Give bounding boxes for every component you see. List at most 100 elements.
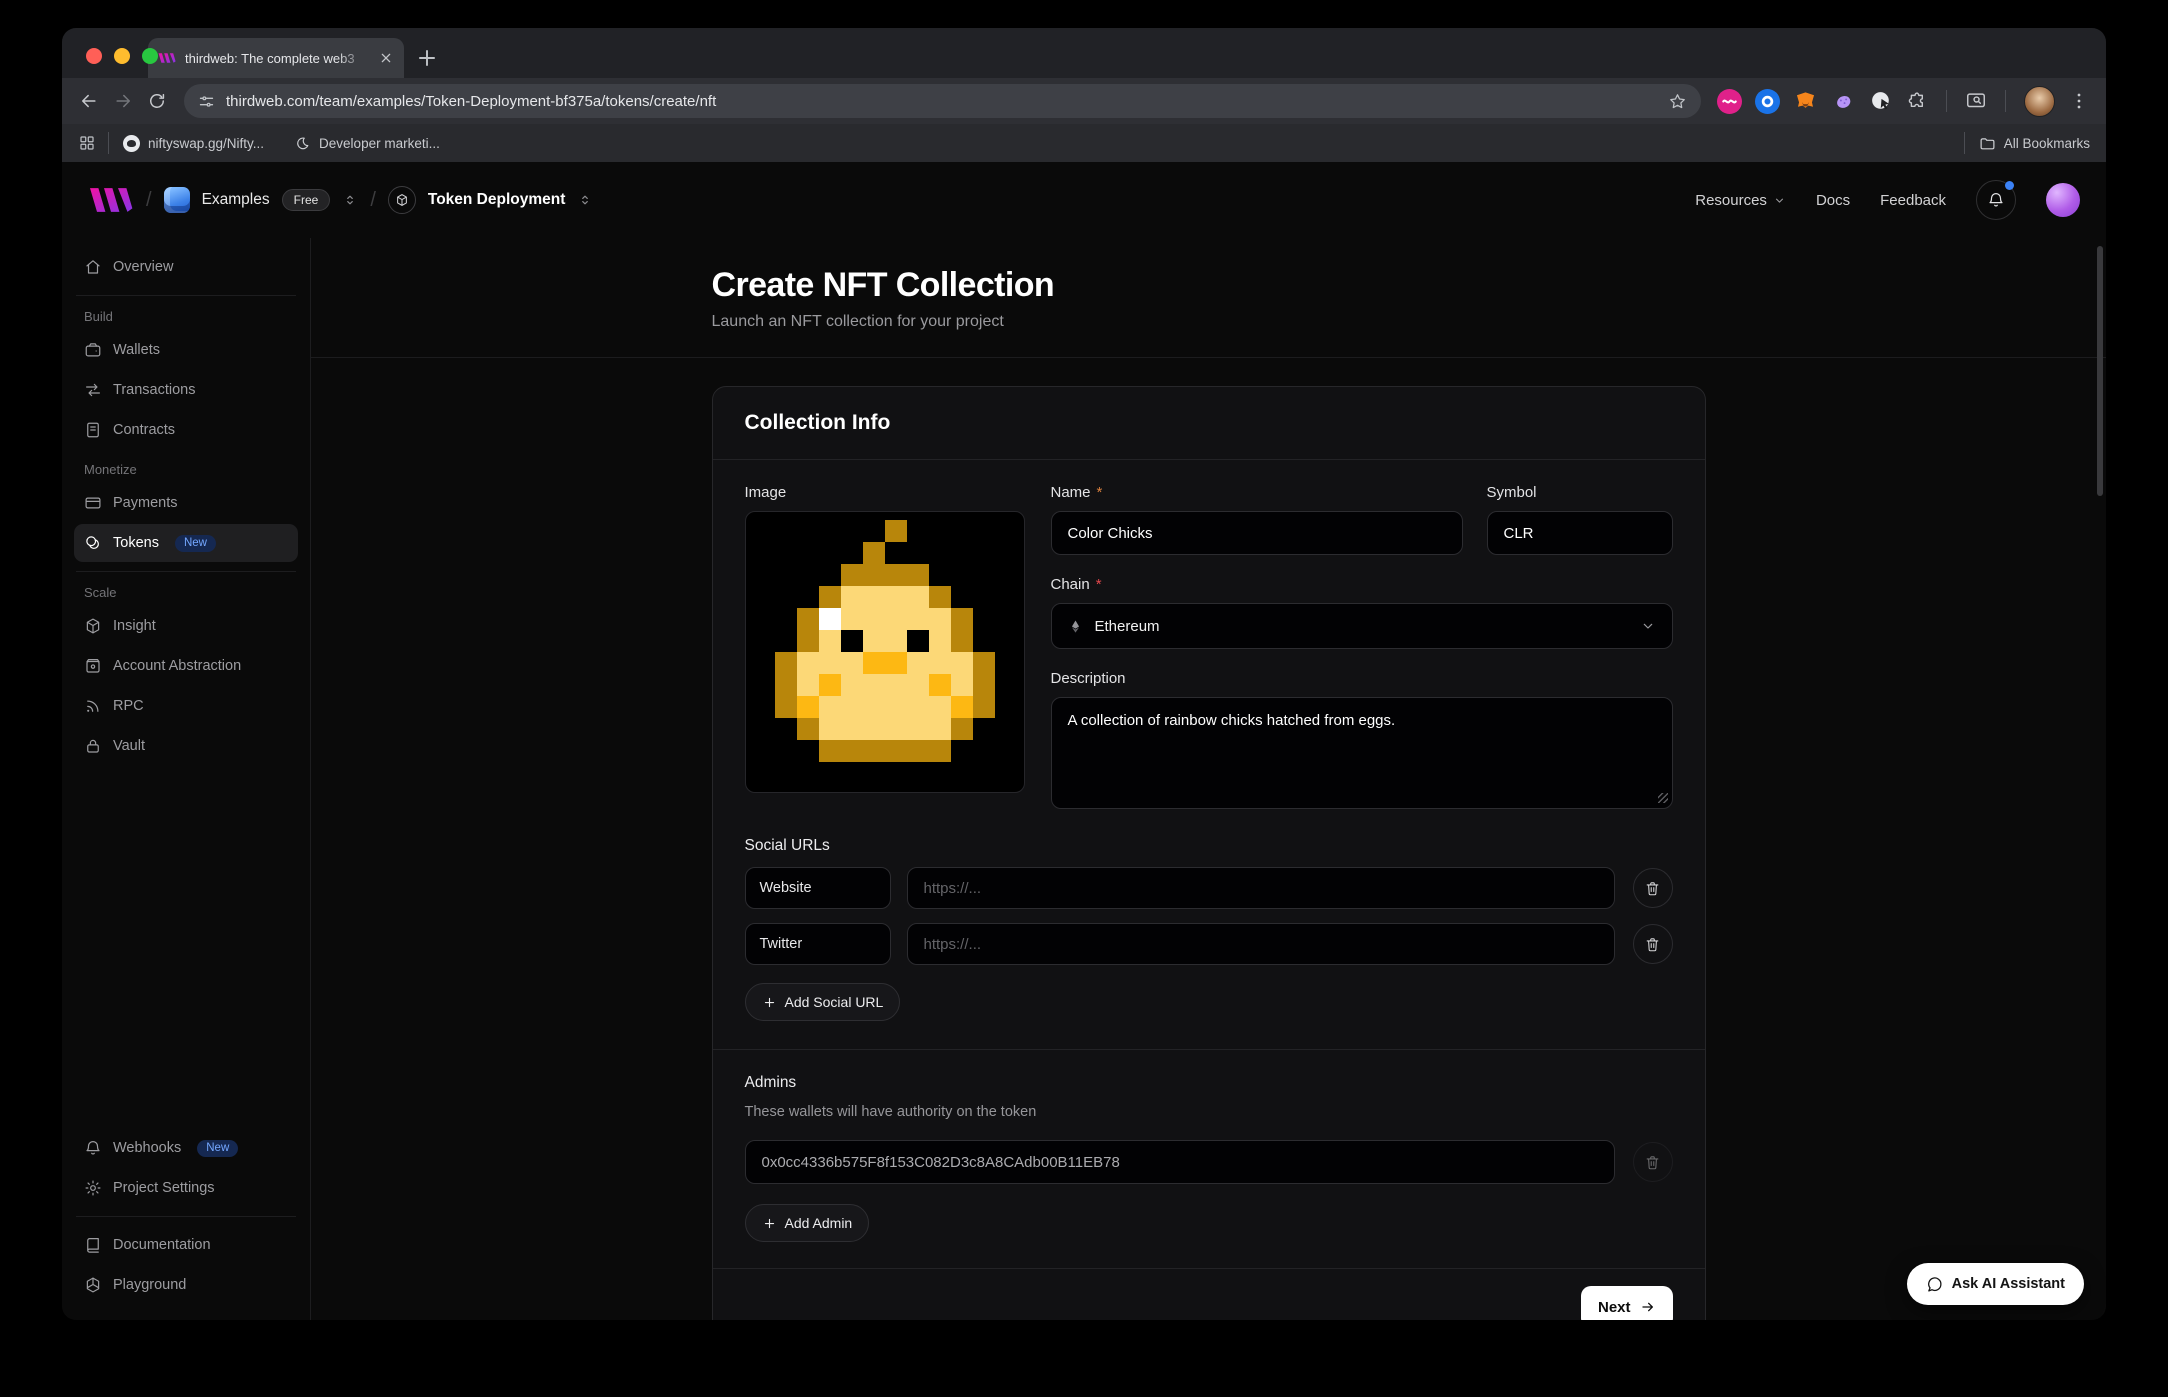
site-settings-icon[interactable] — [198, 93, 215, 110]
minimize-window-button[interactable] — [114, 48, 130, 64]
thirdweb-logo[interactable] — [88, 186, 134, 214]
forward-button[interactable] — [106, 84, 140, 118]
address-bar[interactable]: thirdweb.com/team/examples/Token-Deploym… — [184, 84, 1701, 118]
team-name[interactable]: Examples — [202, 191, 270, 209]
notifications-button[interactable] — [1976, 180, 2016, 220]
page-scrollbar[interactable] — [2097, 246, 2103, 496]
box-icon — [84, 657, 102, 675]
trash-icon — [1644, 936, 1661, 953]
next-button[interactable]: Next — [1581, 1286, 1673, 1320]
chain-select[interactable]: Ethereum — [1051, 603, 1673, 649]
sidebar-item-overview[interactable]: Overview — [74, 248, 298, 286]
new-tab-button[interactable] — [414, 45, 440, 71]
social-platform-select[interactable]: Twitter — [745, 923, 891, 965]
file-icon — [84, 421, 102, 439]
resize-handle[interactable] — [1658, 793, 1668, 803]
reload-button[interactable] — [140, 84, 174, 118]
description-label: Description — [1051, 670, 1673, 687]
name-input[interactable] — [1051, 511, 1463, 555]
sidebar-item-label: Webhooks — [113, 1140, 181, 1156]
browser-profile-avatar[interactable] — [2024, 86, 2055, 117]
sidebar-item-documentation[interactable]: Documentation — [74, 1226, 298, 1264]
sidebar-item-label: Insight — [113, 618, 156, 634]
plus-icon — [762, 995, 777, 1010]
sidebar-item-account-abstraction[interactable]: Account Abstraction — [74, 647, 298, 685]
zoom-window-button[interactable] — [142, 48, 158, 64]
back-button[interactable] — [72, 84, 106, 118]
sidebar-item-webhooks[interactable]: WebhooksNew — [74, 1129, 298, 1167]
book-icon — [84, 1236, 102, 1254]
description-textarea[interactable]: A collection of rainbow chicks hatched f… — [1051, 697, 1673, 809]
sidebar-section-label: Monetize — [84, 462, 288, 477]
bookmark-item[interactable]: niftyswap.gg/Nifty... — [123, 135, 264, 152]
page-header: Create NFT Collection Launch an NFT coll… — [311, 238, 2106, 358]
card-icon — [84, 494, 102, 512]
delete-social-url-button[interactable] — [1633, 868, 1673, 908]
project-avatar[interactable] — [388, 186, 416, 214]
sidebar-item-label: Vault — [113, 738, 145, 754]
pink-extension-icon[interactable] — [1717, 89, 1742, 114]
social-url-row: Website — [745, 867, 1673, 909]
add-social-url-button[interactable]: Add Social URL — [745, 983, 901, 1021]
social-platform-select[interactable]: Website — [745, 867, 891, 909]
delete-admin-button[interactable] — [1633, 1142, 1673, 1182]
sidebar-item-vault[interactable]: Vault — [74, 727, 298, 765]
team-avatar[interactable] — [164, 187, 190, 213]
blue-extension-icon[interactable] — [1755, 89, 1780, 114]
all-bookmarks-label: All Bookmarks — [2004, 136, 2090, 151]
bookmark-label: niftyswap.gg/Nifty... — [148, 136, 264, 151]
tab-strip: thirdweb: The complete web3 — [62, 28, 2106, 78]
bookmarks-bar: niftyswap.gg/Nifty... Developer marketi..… — [62, 124, 2106, 162]
nav-link-docs[interactable]: Docs — [1816, 192, 1850, 209]
sidebar-item-project-settings[interactable]: Project Settings — [74, 1169, 298, 1207]
extensions-puzzle-icon[interactable] — [1907, 91, 1928, 112]
social-url-input[interactable] — [907, 923, 1615, 965]
sidebar-item-label: Overview — [113, 259, 173, 275]
close-tab-icon[interactable] — [378, 50, 394, 66]
sidebar-item-wallets[interactable]: Wallets — [74, 331, 298, 369]
sidebar-item-contracts[interactable]: Contracts — [74, 411, 298, 449]
delete-social-url-button[interactable] — [1633, 924, 1673, 964]
nft-image-upload[interactable] — [745, 511, 1025, 793]
nav-link-feedback[interactable]: Feedback — [1880, 192, 1946, 209]
url-text: thirdweb.com/team/examples/Token-Deploym… — [226, 93, 1660, 110]
sidebar: OverviewBuildWalletsTransactionsContract… — [62, 238, 311, 1320]
admin-wallet-input[interactable] — [745, 1140, 1615, 1184]
browser-menu-icon[interactable] — [2068, 90, 2090, 112]
metamask-fox-icon[interactable] — [1793, 89, 1818, 114]
scroll-area: Collection Info Image — [311, 358, 2106, 1320]
sidebar-item-transactions[interactable]: Transactions — [74, 371, 298, 409]
sidebar-item-insight[interactable]: Insight — [74, 607, 298, 645]
account-avatar[interactable] — [2046, 183, 2080, 217]
project-name[interactable]: Token Deployment — [428, 191, 566, 209]
all-bookmarks-button[interactable]: All Bookmarks — [1979, 135, 2090, 152]
thirdweb-app: / Examples Free / Token Deployment Resou… — [62, 162, 2106, 1320]
chevrons-up-down-icon[interactable] — [577, 192, 593, 208]
screen-search-icon[interactable] — [1965, 90, 1987, 112]
purple-extension-icon[interactable] — [1831, 89, 1856, 114]
bookmark-item[interactable]: Developer marketi... — [294, 135, 440, 152]
ask-ai-assistant-button[interactable]: Ask AI Assistant — [1907, 1263, 2084, 1305]
sidebar-item-payments[interactable]: Payments — [74, 484, 298, 522]
apps-grid-icon[interactable] — [78, 134, 96, 152]
social-url-row: Twitter — [745, 923, 1673, 965]
sidebar-item-tokens[interactable]: TokensNew — [74, 524, 298, 562]
sidebar-item-playground[interactable]: Playground — [74, 1266, 298, 1304]
sidebar-item-rpc[interactable]: RPC — [74, 687, 298, 725]
add-admin-button[interactable]: Add Admin — [745, 1204, 870, 1242]
social-url-input[interactable] — [907, 867, 1615, 909]
pointer-extension-icon[interactable] — [1869, 89, 1894, 114]
chevrons-up-down-icon[interactable] — [342, 192, 358, 208]
gear-icon — [84, 1179, 102, 1197]
name-label: Name * — [1051, 484, 1463, 501]
bookmark-star-icon[interactable] — [1668, 92, 1687, 111]
sidebar-item-label: RPC — [113, 698, 144, 714]
main-content: Create NFT Collection Launch an NFT coll… — [311, 238, 2106, 1320]
nav-link-resources[interactable]: Resources — [1695, 192, 1786, 209]
close-window-button[interactable] — [86, 48, 102, 64]
symbol-input[interactable] — [1487, 511, 1673, 555]
card-title: Collection Info — [713, 387, 1705, 460]
browser-tab[interactable]: thirdweb: The complete web3 — [148, 38, 404, 78]
wallet-icon — [84, 341, 102, 359]
sidebar-section-label: Scale — [84, 585, 288, 600]
